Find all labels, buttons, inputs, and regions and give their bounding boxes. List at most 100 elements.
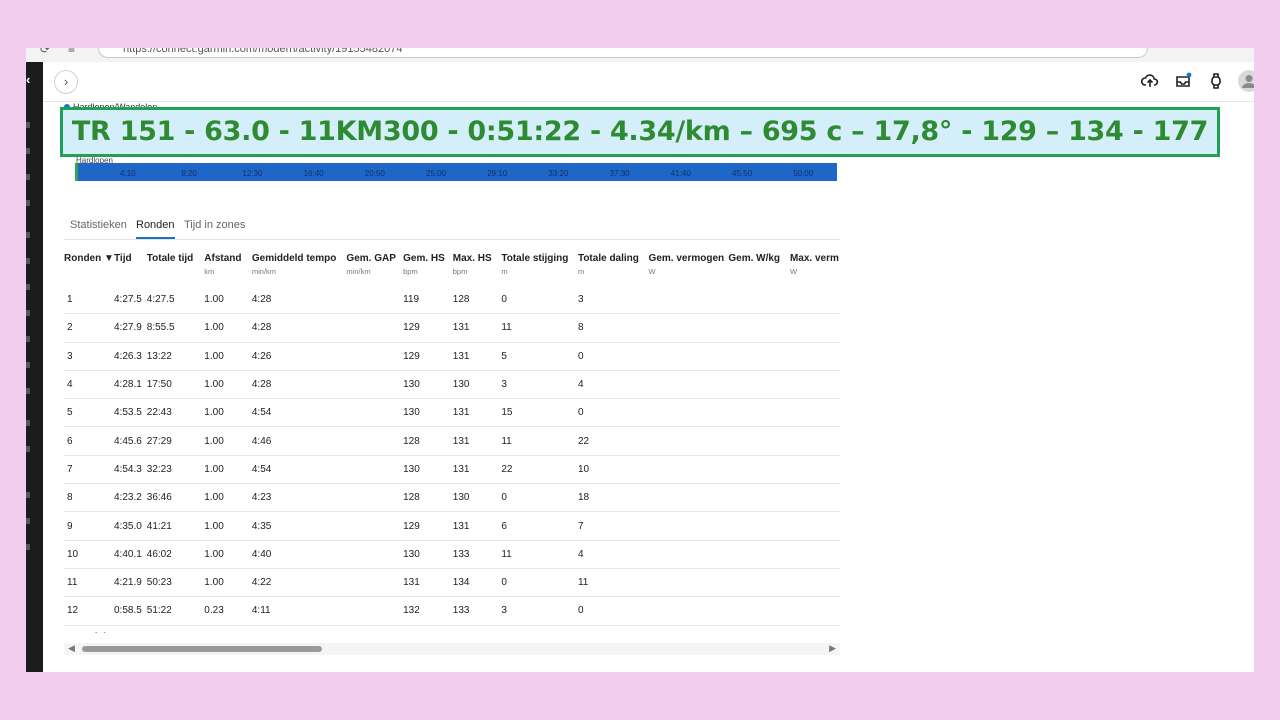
table-cell: 1.00 <box>204 483 252 513</box>
tab-ronden[interactable]: Ronden <box>136 219 175 239</box>
table-cell: 4:40 <box>251 540 347 569</box>
column-header[interactable]: Gem. vermogen W <box>649 253 729 286</box>
inbox-icon[interactable] <box>1174 72 1192 90</box>
horizontal-scrollbar[interactable]: ◀ ▶ <box>64 643 840 655</box>
sidebar-icon[interactable] <box>26 388 30 394</box>
table-cell <box>728 596 790 626</box>
table-cell: 32:23 <box>146 455 205 485</box>
table-cell: Overzicht <box>64 625 114 633</box>
summary-banner: TR 151 - 63.0 - 11KM300 - 0:51:22 - 4.34… <box>60 107 1220 157</box>
sidebar-icon[interactable] <box>26 420 30 426</box>
tabs-icon[interactable]: ≡ <box>68 48 75 56</box>
upload-icon[interactable] <box>1141 72 1159 90</box>
table-cell: 130 <box>452 483 502 513</box>
table-row[interactable]: 4 4:28.1 17:50 1.00 4:28 130 130 3 4 <box>64 370 840 400</box>
expand-sidebar-button[interactable]: › <box>54 70 78 94</box>
garmin-logo-icon[interactable]: ‹ <box>26 72 30 87</box>
column-header[interactable]: Totale stijging m <box>501 253 578 286</box>
sidebar-icon[interactable] <box>26 362 30 368</box>
table-cell <box>728 342 790 371</box>
sidebar-icon[interactable] <box>26 446 30 452</box>
timeline-tick: 25:00 <box>426 169 447 178</box>
table-cell: 131 <box>452 511 502 541</box>
sidebar-icon[interactable] <box>26 258 30 264</box>
table-cell <box>648 596 729 626</box>
column-unit <box>728 267 790 276</box>
account-icon[interactable] <box>1238 70 1254 92</box>
column-label: Afstand <box>204 253 242 264</box>
watch-icon[interactable] <box>1207 72 1225 90</box>
table-cell: 15 <box>501 398 578 428</box>
table-row[interactable]: 12 0:58.5 51:22 0.23 4:11 132 133 3 0 <box>64 596 840 626</box>
table-cell <box>346 483 404 513</box>
sidebar-icon[interactable] <box>26 518 30 524</box>
sidebar-icon[interactable] <box>26 200 30 206</box>
table-cell <box>648 398 729 428</box>
sidebar-icon[interactable] <box>26 174 30 180</box>
scroll-left-icon[interactable]: ◀ <box>68 643 75 654</box>
column-header[interactable]: Gem. GAP min/km <box>346 253 403 286</box>
activity-timeline[interactable]: 4:10 8:20 12:30 16:40 20:50 25:00 29:10 33:20 37… <box>75 163 837 181</box>
table-cell: 129 <box>403 313 453 343</box>
column-header[interactable]: Totale daling m <box>578 253 649 286</box>
sidebar-icon[interactable] <box>26 310 30 316</box>
scroll-right-icon[interactable]: ▶ <box>829 643 836 654</box>
sidebar-icon[interactable] <box>26 148 30 154</box>
table-cell: 36:46 <box>146 483 205 513</box>
table-cell: 1.00 <box>204 313 252 343</box>
sidebar-icon[interactable] <box>26 232 30 238</box>
table-row[interactable]: 11 4:21.9 50:23 1.00 4:22 131 134 0 11 <box>64 568 840 598</box>
column-header[interactable]: Totale tijd <box>147 253 205 286</box>
column-header[interactable]: Tijd <box>114 253 147 286</box>
table-row[interactable]: 8 4:23.2 36:46 1.00 4:23 128 130 0 18 <box>64 483 840 513</box>
table-cell: 4 <box>577 540 649 569</box>
summary-row[interactable]: Overzicht51:2251:2211.234:341291348586 <box>64 625 840 633</box>
sidebar-icon[interactable] <box>26 336 30 342</box>
tab-tijd-in-zones[interactable]: Tijd in zones <box>184 219 245 237</box>
table-cell: 130 <box>403 398 453 428</box>
table-row[interactable]: 6 4:45.6 27:29 1.00 4:46 128 131 11 22 <box>64 426 840 456</box>
timeline-tick: 16:40 <box>303 169 324 178</box>
tab-statistieken[interactable]: Statistieken <box>70 219 127 237</box>
table-cell: 128 <box>403 483 453 513</box>
table-cell: 51:22 <box>147 625 205 633</box>
column-header[interactable]: Afstand km <box>204 253 252 286</box>
table-cell: 1.00 <box>204 568 252 598</box>
column-header[interactable]: Gem. HS bpm <box>403 253 453 286</box>
table-row[interactable]: 7 4:54.3 32:23 1.00 4:54 130 131 22 10 <box>64 455 840 485</box>
table-cell: 130 <box>452 370 502 400</box>
column-header[interactable]: Max. HS bpm <box>453 253 502 286</box>
table-row[interactable]: 10 4:40.1 46:02 1.00 4:40 130 133 11 4 <box>64 540 840 569</box>
column-header[interactable]: Max. verm W <box>790 253 840 286</box>
table-row[interactable]: 2 4:27.9 8:55.5 1.00 4:28 129 131 11 8 <box>64 313 840 343</box>
column-header[interactable]: Gemiddeld tempo min/km <box>252 253 347 286</box>
table-cell: 11 <box>501 426 578 456</box>
table-cell: 4:11 <box>251 596 347 626</box>
table-cell: 4:45.6 <box>113 426 147 456</box>
sidebar-icon[interactable] <box>26 492 30 498</box>
table-cell <box>346 286 404 315</box>
table-cell <box>789 540 840 569</box>
table-row[interactable]: 3 4:26.3 13:22 1.00 4:26 129 131 5 0 <box>64 342 840 371</box>
table-cell <box>346 342 404 371</box>
reload-icon[interactable]: ⟳ <box>40 48 50 56</box>
sidebar-icon[interactable] <box>26 284 30 290</box>
column-unit: W <box>648 267 656 276</box>
table-cell: 131 <box>452 455 502 485</box>
table-cell: 4:46 <box>251 426 347 456</box>
table-row[interactable]: 5 4:53.5 22:43 1.00 4:54 130 131 15 0 <box>64 398 840 428</box>
scroll-thumb[interactable] <box>82 646 322 652</box>
column-header[interactable]: Ronden ▼ <box>64 253 114 286</box>
table-cell <box>648 426 729 456</box>
column-unit <box>147 267 205 276</box>
column-header[interactable]: Gem. W/kg <box>728 253 790 286</box>
table-row[interactable]: 9 4:35.0 41:21 1.00 4:35 129 131 6 7 <box>64 511 840 541</box>
address-bar[interactable]: https://connect.garmin.com/modern/activi… <box>98 48 1148 58</box>
table-cell <box>648 313 729 343</box>
sidebar-icon[interactable] <box>26 122 30 128</box>
table-cell <box>789 342 840 371</box>
table-row[interactable]: 1 4:27.5 4:27.5 1.00 4:28 119 128 0 3 <box>64 286 840 315</box>
table-cell <box>728 426 790 456</box>
table-cell: 4:27.9 <box>113 313 147 343</box>
sidebar-icon[interactable] <box>26 544 30 550</box>
